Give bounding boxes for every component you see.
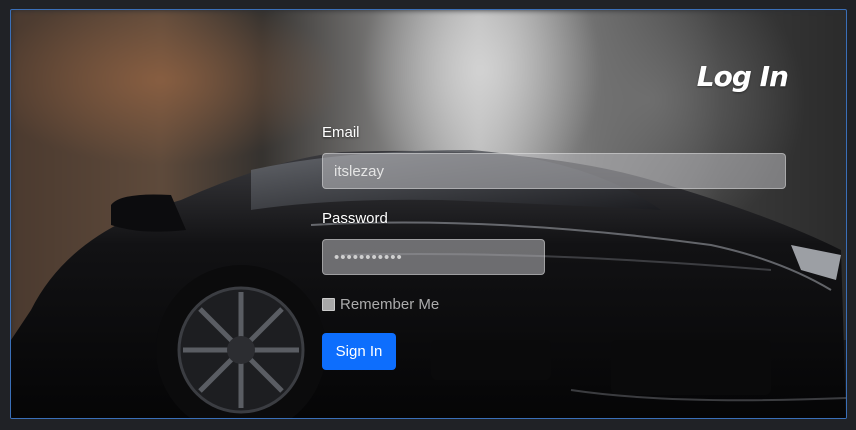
password-label: Password: [322, 210, 388, 227]
remember-me-label: Remember Me: [340, 296, 440, 313]
remember-me-checkbox[interactable]: [322, 298, 335, 311]
password-input[interactable]: [322, 239, 545, 275]
email-label: Email: [322, 124, 360, 141]
page-title: Log In: [696, 60, 789, 93]
login-panel: Log In Email Password Remember Me Sign I…: [10, 9, 847, 419]
email-input[interactable]: [322, 153, 786, 189]
sign-in-button[interactable]: Sign In: [322, 333, 396, 370]
remember-me[interactable]: Remember Me: [322, 296, 439, 313]
